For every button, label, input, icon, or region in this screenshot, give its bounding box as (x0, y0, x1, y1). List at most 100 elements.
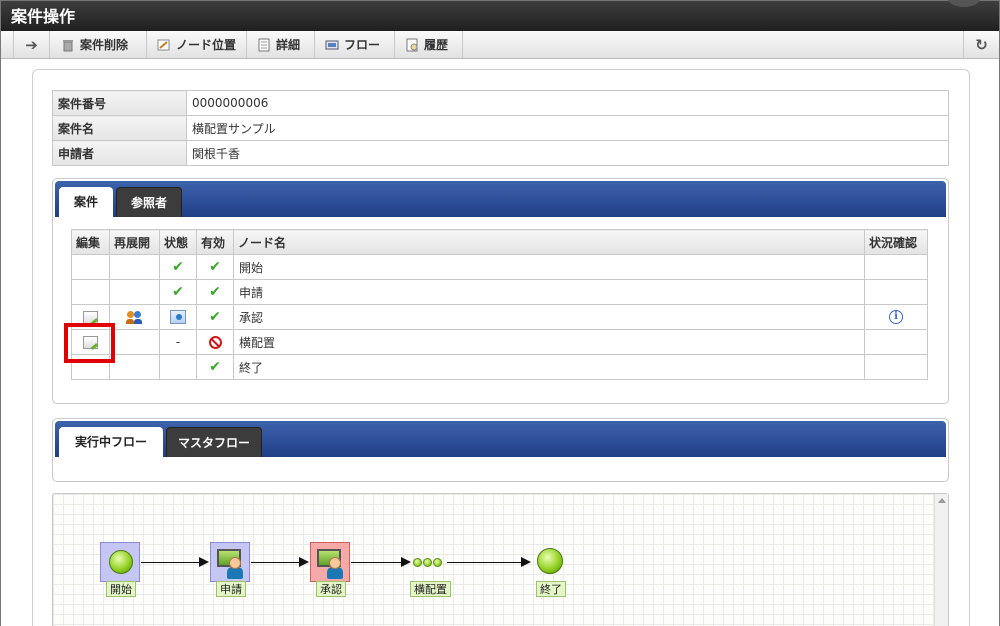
flow-node-approve[interactable] (310, 542, 350, 582)
start-circle-icon (109, 550, 133, 574)
flow-connector (351, 562, 401, 563)
flow-label: 承認 (316, 581, 346, 597)
back-button[interactable]: ➔ (13, 31, 50, 59)
check-icon: ✔ (209, 259, 221, 275)
history-button[interactable]: 履歴 (395, 31, 463, 59)
flow-connector (251, 562, 299, 563)
col-status-check: 状況確認 (864, 229, 928, 255)
reopen-cell (109, 354, 160, 380)
reopen-cell (109, 279, 160, 305)
trash-icon (63, 40, 73, 52)
document-icon (258, 38, 270, 52)
arrow-right-icon (199, 557, 209, 567)
arrow-right-icon (299, 557, 309, 567)
highlight-box (64, 323, 115, 363)
window-title: 案件操作 (11, 7, 76, 26)
flow-canvas: 開始 申請 承認 横配置 終了 (52, 493, 949, 626)
tab-case[interactable]: 案件 (59, 187, 113, 217)
dot-icon (423, 558, 432, 567)
case-tab-bar: 案件 参照者 (55, 181, 946, 217)
tab-viewers[interactable]: 参照者 (116, 187, 182, 217)
check-icon: ✔ (209, 359, 221, 375)
flow-label: 終了 (536, 581, 566, 597)
col-valid: 有効 (196, 229, 234, 255)
valid-cell: ✔ (196, 254, 234, 280)
flow-icon (325, 40, 339, 50)
flow-node-apply[interactable] (210, 542, 250, 582)
reopen-cell (109, 304, 160, 330)
col-reopen: 再展開 (109, 229, 160, 255)
info-label: 案件名 (52, 115, 187, 141)
state-cell (159, 304, 197, 330)
arrow-left-icon: ➔ (25, 36, 38, 54)
tab-master-flow[interactable]: マスタフロー (166, 427, 262, 457)
node-position-button[interactable]: ノード位置 (147, 31, 247, 59)
info-label: 案件番号 (52, 90, 187, 116)
check-icon: ✔ (172, 284, 184, 300)
flow-scrollbar[interactable] (934, 494, 948, 626)
state-cell: - (159, 329, 197, 355)
valid-cell (196, 329, 234, 355)
state-cell: ✔ (159, 254, 197, 280)
node-table-header: 編集 再展開 状態 有効 ノード名 状況確認 (71, 229, 928, 255)
users-icon[interactable] (126, 311, 143, 324)
table-row: - 横配置 (71, 329, 928, 355)
valid-cell: ✔ (196, 304, 234, 330)
node-position-icon (157, 39, 170, 51)
status-cell: i (864, 304, 928, 330)
delete-case-button[interactable]: 案件削除 (51, 31, 147, 59)
info-row-case-number: 案件番号 0000000006 (52, 90, 949, 116)
node-name: 申請 (233, 279, 865, 305)
valid-cell: ✔ (196, 279, 234, 305)
node-name: 横配置 (233, 329, 865, 355)
table-row: ✔ ✔ 申請 (71, 279, 928, 305)
check-icon: ✔ (209, 309, 221, 325)
case-info-table: 案件番号 0000000006 案件名 横配置サンプル 申請者 関根千香 (52, 90, 949, 166)
status-cell (864, 254, 928, 280)
flow-label: 横配置 (410, 581, 451, 597)
refresh-button[interactable]: ↻ (963, 31, 999, 59)
disabled-icon (208, 336, 222, 349)
dot-icon (433, 558, 442, 567)
flow-button[interactable]: フロー (315, 31, 395, 59)
flow-label: 開始 (106, 581, 136, 597)
node-name: 終了 (233, 354, 865, 380)
state-cell (159, 354, 197, 380)
node-name: 開始 (233, 254, 865, 280)
table-row: ✔ 終了 (71, 354, 928, 380)
node-table: 編集 再展開 状態 有効 ノード名 状況確認 ✔ ✔ 開始 ✔ ✔ 申請 ✔ 承… (71, 229, 928, 380)
flow-tab-panel: 実行中フロー マスタフロー (52, 418, 949, 482)
detail-button[interactable]: 詳細 (247, 31, 315, 59)
scroll-up-icon[interactable] (938, 498, 946, 503)
info-value: 横配置サンプル (186, 115, 949, 141)
flow-node-horizontal[interactable] (413, 556, 443, 570)
arrow-right-icon (401, 557, 411, 567)
flow-connector (447, 562, 521, 563)
check-icon: ✔ (209, 284, 221, 300)
flow-label: 申請 (216, 581, 246, 597)
info-value: 0000000006 (186, 90, 949, 116)
person-icon (229, 557, 241, 569)
col-state: 状態 (159, 229, 197, 255)
status-cell (864, 279, 928, 305)
table-row: ✔ 承認 i (71, 304, 928, 330)
flow-connector (141, 562, 199, 563)
info-row-applicant: 申請者 関根千香 (52, 140, 949, 166)
edit-cell (71, 279, 110, 305)
flow-node-start[interactable] (100, 542, 140, 582)
window-titlebar: 案件操作 (1, 0, 999, 31)
status-cell (864, 354, 928, 380)
tab-running-flow[interactable]: 実行中フロー (59, 427, 163, 457)
info-value: 関根千香 (186, 140, 949, 166)
toolbar: ➔ 案件削除 ノード位置 詳細 フロー 履歴 ↻ (1, 31, 999, 59)
arrow-right-icon (521, 557, 531, 567)
person-icon (329, 557, 341, 569)
check-icon: ✔ (172, 259, 184, 275)
refresh-icon: ↻ (975, 36, 988, 54)
processing-icon[interactable] (170, 310, 186, 325)
info-icon[interactable]: i (889, 310, 903, 325)
table-row: ✔ ✔ 開始 (71, 254, 928, 280)
node-name: 承認 (233, 304, 865, 330)
history-icon (406, 38, 418, 52)
flow-node-end[interactable] (537, 548, 563, 574)
